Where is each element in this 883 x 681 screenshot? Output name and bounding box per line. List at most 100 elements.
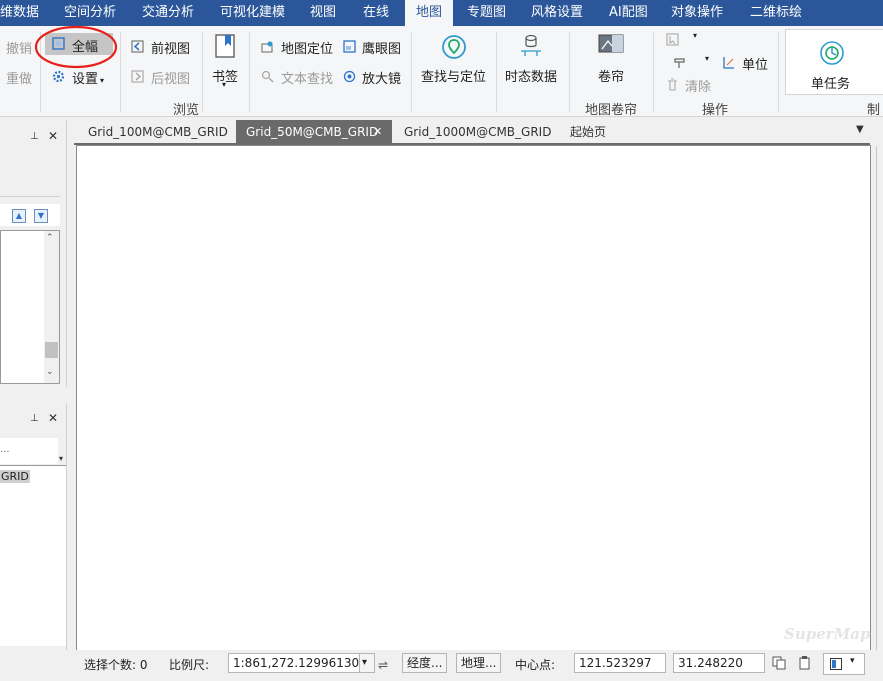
document-tabs: Grid_100M@CMB_GRID Grid_50M@CMB_GRID ✕ G… xyxy=(74,120,883,144)
make-group-label: 制 xyxy=(867,103,881,118)
move-down-button[interactable]: ▼ xyxy=(34,209,48,223)
trash-icon xyxy=(668,78,677,91)
tab-grid-50m[interactable]: Grid_50M@CMB_GRID ✕ xyxy=(236,120,392,144)
close-icon[interactable]: ✕ xyxy=(48,129,58,143)
menu-tab-spatial-analysis[interactable]: 空间分析 xyxy=(55,0,125,26)
menu-tab-style-settings[interactable]: 风格设置 xyxy=(522,0,592,26)
previous-view-button[interactable]: 前视图 xyxy=(151,38,190,57)
tab-grid-100m[interactable]: Grid_100M@CMB_GRID xyxy=(78,120,238,144)
tab-grid-1000m[interactable]: Grid_1000M@CMB_GRID xyxy=(394,120,561,144)
layer-list[interactable]: ⌃ ⌄ xyxy=(0,230,60,384)
paste-icon[interactable] xyxy=(798,656,812,670)
swipe-button[interactable]: 卷帘 xyxy=(598,66,624,85)
menu-tab-object-operations[interactable]: 对象操作 xyxy=(662,0,732,26)
browse-group-label: 浏览 xyxy=(173,103,200,118)
chevron-down-icon: ▾ xyxy=(222,80,227,89)
layer-tree[interactable]: GRID xyxy=(0,465,66,646)
ribbon-divider xyxy=(569,32,570,112)
chevron-down-icon: ▾ xyxy=(100,76,105,85)
operate-group-label: 操作 xyxy=(702,103,729,118)
menu-tab-2d-plotting[interactable]: 二维标绘 xyxy=(741,0,811,26)
tab-grid-50m-label: Grid_50M@CMB_GRID xyxy=(246,125,379,139)
map-locate-icon xyxy=(261,41,273,53)
layout-icon xyxy=(830,658,842,670)
pane-toolbar: ▲ ▼ xyxy=(0,204,60,226)
move-up-button[interactable]: ▲ xyxy=(12,209,26,223)
next-view-button[interactable]: 后视图 xyxy=(151,68,190,87)
chevron-down-icon: ▾ xyxy=(850,656,855,666)
hammer-icon xyxy=(674,58,685,68)
scale-label: 比例尺: xyxy=(169,658,210,672)
menu-tab-traffic-analysis[interactable]: 交通分析 xyxy=(133,0,203,26)
scale-input[interactable]: 1:861,272.129961309 xyxy=(228,653,368,673)
scrollbar[interactable]: ⌃ ⌄ xyxy=(44,231,59,383)
center-x-input[interactable]: 121.523297 xyxy=(574,653,666,673)
menu-tab-view[interactable]: 视图 xyxy=(301,0,345,26)
ribbon-divider xyxy=(249,32,250,112)
find-locate-button[interactable]: 查找与定位 xyxy=(421,66,486,85)
undo-button[interactable]: 撤销 xyxy=(6,38,32,57)
pin-icon[interactable]: ⊥ xyxy=(30,413,39,424)
layer-tree-item[interactable]: GRID xyxy=(0,470,30,483)
next-view-icon xyxy=(131,70,144,83)
chevron-up-icon[interactable]: ⌃ xyxy=(46,233,54,243)
chevron-down-icon[interactable]: ▾ xyxy=(59,454,67,464)
pane-search[interactable]: ... xyxy=(0,438,58,464)
map-canvas[interactable]: SuperMap xyxy=(76,145,871,652)
magnifier-button[interactable]: 放大镜 xyxy=(362,68,401,87)
single-task-label: 单任务 xyxy=(811,77,851,92)
menu-tab-visual-modeling[interactable]: 可视化建模 xyxy=(211,0,294,26)
settings-label: 设置 xyxy=(72,72,99,87)
swipe-icon xyxy=(598,34,624,53)
single-task-button[interactable]: 单任务 xyxy=(785,29,883,95)
tab-start-page[interactable]: 起始页 xyxy=(560,120,616,144)
scrollbar-thumb[interactable] xyxy=(45,342,58,358)
workspace-pane: ⊥ ✕ ▲ ▼ ⌃ ⌄ xyxy=(0,120,67,387)
menu-tab-thematic-map[interactable]: 专题图 xyxy=(458,0,515,26)
unit-button[interactable]: 单位 xyxy=(742,54,768,73)
center-y-input[interactable]: 31.248220 xyxy=(673,653,765,673)
bookmark-icon xyxy=(215,34,235,58)
swap-icon[interactable]: ⇌ xyxy=(378,655,388,675)
temporal-data-button[interactable]: 时态数据 xyxy=(505,66,557,85)
clear-button[interactable]: 清除 xyxy=(685,76,711,95)
chevron-down-icon: ▾ xyxy=(705,54,710,63)
map-locate-button[interactable]: 地图定位 xyxy=(281,38,333,57)
ribbon-divider xyxy=(120,32,121,112)
selection-count: 选择个数: 0 xyxy=(84,658,148,672)
gear-icon xyxy=(52,70,65,83)
copy-icon[interactable] xyxy=(772,656,786,670)
menu-tab-3d-data[interactable]: 维数据 xyxy=(0,0,48,26)
menu-tab-map[interactable]: 地图 xyxy=(405,0,454,26)
chevron-down-icon[interactable]: ⌄ xyxy=(46,367,54,377)
pane-divider xyxy=(0,196,60,197)
pin-icon[interactable]: ⊥ xyxy=(30,131,39,142)
right-pane-edge xyxy=(876,146,877,650)
settings-button[interactable]: 设置 ▾ xyxy=(72,68,104,87)
unit-icon xyxy=(723,57,734,69)
chevron-down-icon: ▾ xyxy=(693,31,698,40)
tab-list-dropdown[interactable]: ▼ xyxy=(856,124,864,135)
swipe-group-label: 地图卷帘 xyxy=(585,103,638,118)
redo-button[interactable]: 重做 xyxy=(6,68,32,87)
find-locate-icon xyxy=(442,35,466,59)
ribbon-divider xyxy=(653,32,654,112)
status-bar: 选择个数: 0 比例尺: 1:861,272.129961309 ▾ ⇌ 经度.… xyxy=(76,650,883,681)
menu-bar: 维数据 空间分析 交通分析 可视化建模 视图 在线 地图 专题图 风格设置 AI… xyxy=(0,0,883,26)
menu-tab-ai-mapping[interactable]: AI配图 xyxy=(600,0,657,26)
ribbon: 撤销 重做 全幅 设置 ▾ 前视图 后视图 书签 ▾ 地图定位 文本查找 鹰眼图… xyxy=(0,25,883,118)
single-task-icon xyxy=(820,41,844,65)
menu-tab-online[interactable]: 在线 xyxy=(354,0,398,26)
magnifier-icon xyxy=(343,70,356,83)
close-icon[interactable]: ✕ xyxy=(48,411,58,425)
overview-map-button[interactable]: 鹰眼图 xyxy=(362,38,401,57)
chevron-down-icon[interactable]: ▾ xyxy=(359,653,375,673)
layer-manager-pane: ⊥ ✕ ... ▾ GRID xyxy=(0,404,67,650)
geographic-button[interactable]: 地理... xyxy=(456,653,502,673)
longitude-button[interactable]: 经度... xyxy=(402,653,448,673)
previous-view-icon xyxy=(131,40,144,53)
close-icon[interactable]: ✕ xyxy=(373,120,382,144)
text-search-button[interactable]: 文本查找 xyxy=(281,68,333,87)
layout-dropdown[interactable]: ▾ xyxy=(823,653,865,675)
annotation-circle xyxy=(34,25,118,69)
